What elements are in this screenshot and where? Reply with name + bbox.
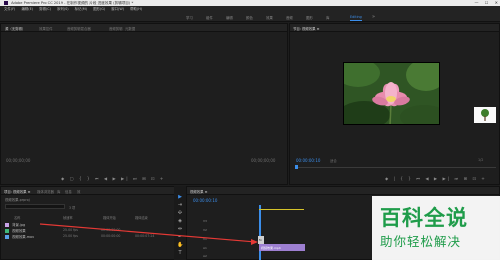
watermark-title: 百科全说 (380, 206, 468, 230)
watermark-subtitle: 助你轻松解决 (380, 234, 462, 249)
watermark-logo: 百科全说 助你轻松解决 (372, 196, 500, 260)
